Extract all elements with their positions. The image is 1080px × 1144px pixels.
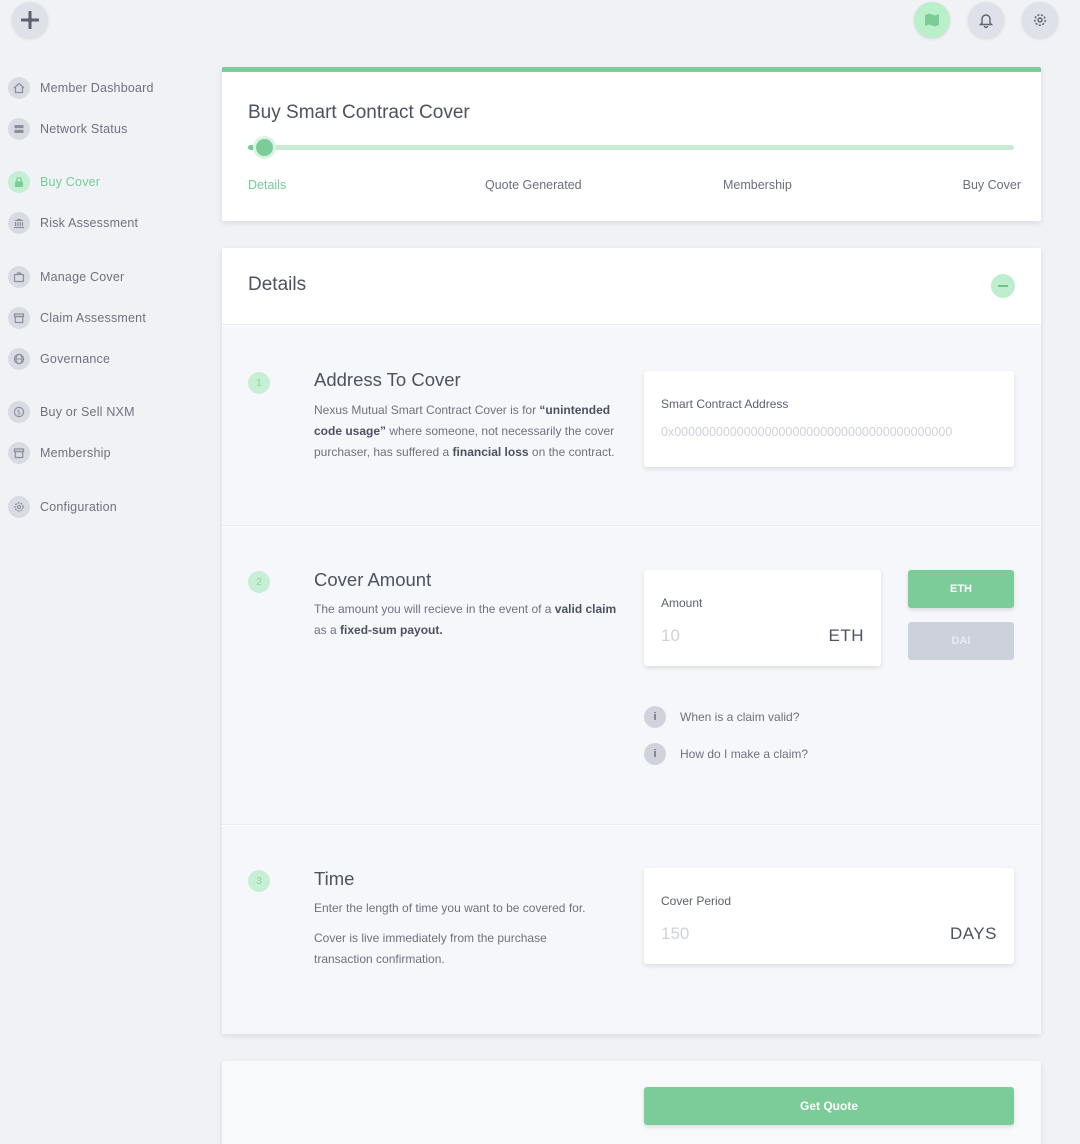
- sidebar-item-label: Claim Assessment: [40, 311, 147, 325]
- details-card: Details 1 Address To Cover Nexus Mutual …: [222, 248, 1041, 1034]
- bank-icon: [8, 212, 30, 234]
- sidebar-item-label: Risk Assessment: [40, 216, 139, 230]
- bell-icon: [978, 14, 994, 28]
- map-button[interactable]: [914, 2, 950, 38]
- settings-button[interactable]: [1022, 2, 1058, 38]
- amount-title: Cover Amount: [314, 569, 432, 590]
- minus-icon: [998, 285, 1008, 287]
- field-label: Smart Contract Address: [661, 397, 789, 411]
- time-title: Time: [314, 868, 355, 889]
- make-claim-link[interactable]: i How do I make a claim?: [644, 743, 808, 765]
- logo-button[interactable]: [12, 2, 48, 38]
- dollar-icon: $: [8, 401, 30, 423]
- step-number: 1: [248, 372, 270, 394]
- sidebar-item-label: Manage Cover: [40, 270, 125, 284]
- get-quote-button[interactable]: Get Quote: [644, 1087, 1014, 1125]
- collapse-button[interactable]: [991, 274, 1015, 298]
- time-section: 3 Time Enter the length of time you want…: [222, 826, 1041, 1034]
- step-quote-generated[interactable]: Quote Generated: [485, 178, 582, 192]
- eth-currency-button[interactable]: ETH: [908, 570, 1014, 608]
- page-title: Buy Smart Contract Cover: [248, 102, 470, 123]
- time-description: Enter the length of time you want to be …: [314, 901, 586, 915]
- sidebar-item-governance[interactable]: Governance: [8, 345, 110, 373]
- info-label: How do I make a claim?: [680, 747, 809, 761]
- progress-knob[interactable]: [256, 139, 273, 156]
- dai-currency-button[interactable]: DAI: [908, 622, 1014, 660]
- sidebar-item-network-status[interactable]: Network Status: [8, 115, 128, 143]
- smart-contract-address-input[interactable]: 0x00000000000000000000000000000000000000…: [661, 425, 997, 439]
- server-icon: [8, 118, 30, 140]
- notifications-button[interactable]: [968, 2, 1004, 38]
- address-description: Nexus Mutual Smart Contract Cover is for…: [314, 403, 615, 459]
- time-note: Cover is live immediately from the purch…: [314, 931, 547, 966]
- plus-logo-icon: [21, 11, 39, 29]
- step-number: 2: [248, 571, 270, 593]
- sidebar-item-label: Member Dashboard: [40, 81, 154, 95]
- step-details[interactable]: Details: [248, 178, 286, 192]
- info-icon: i: [644, 706, 666, 728]
- claim-valid-link[interactable]: i When is a claim valid?: [644, 706, 799, 728]
- address-section: 1 Address To Cover Nexus Mutual Smart Co…: [222, 326, 1041, 526]
- gear-icon: [1034, 14, 1046, 26]
- sidebar-item-label: Buy or Sell NXM: [40, 405, 135, 419]
- cover-period-field[interactable]: Cover Period 150 DAYS: [644, 868, 1014, 964]
- amount-field[interactable]: Amount 10 ETH: [644, 570, 881, 666]
- globe-icon: [8, 348, 30, 370]
- header-actions: [914, 2, 1058, 38]
- sidebar-item-risk-assessment[interactable]: Risk Assessment: [8, 209, 138, 237]
- amount-input[interactable]: 10: [661, 626, 680, 646]
- info-label: When is a claim valid?: [680, 710, 800, 724]
- action-card: Get Quote: [222, 1061, 1041, 1144]
- sidebar-item-membership[interactable]: Membership: [8, 439, 111, 467]
- sidebar-item-claim-assessment[interactable]: Claim Assessment: [8, 304, 146, 332]
- sidebar-item-label: Membership: [40, 446, 111, 460]
- field-label: Cover Period: [661, 894, 732, 908]
- cover-period-unit: DAYS: [949, 924, 997, 943]
- sidebar-item-manage-cover[interactable]: Manage Cover: [8, 263, 124, 291]
- home-icon: [8, 77, 30, 99]
- sidebar-item-configuration[interactable]: Configuration: [8, 493, 117, 521]
- briefcase-icon: [8, 266, 30, 288]
- svg-text:$: $: [17, 409, 22, 417]
- amount-description: The amount you will recieve in the event…: [314, 602, 617, 637]
- map-icon: [925, 13, 939, 27]
- lock-icon: [8, 171, 30, 193]
- sidebar-item-label: Network Status: [40, 122, 128, 136]
- address-title: Address To Cover: [314, 369, 461, 390]
- progress-card: Buy Smart Contract Cover Details Quote G…: [222, 67, 1041, 221]
- step-membership[interactable]: Membership: [723, 178, 792, 192]
- sidebar-item-label: Buy Cover: [40, 175, 101, 189]
- archive-icon: [8, 442, 30, 464]
- info-icon: i: [644, 743, 666, 765]
- step-buy-cover[interactable]: Buy Cover: [963, 178, 1021, 192]
- sidebar-item-buy-cover[interactable]: Buy Cover: [8, 168, 100, 196]
- smart-contract-address-field[interactable]: Smart Contract Address 0x000000000000000…: [644, 371, 1014, 467]
- step-number: 3: [248, 870, 270, 892]
- sidebar-item-member-dashboard[interactable]: Member Dashboard: [8, 74, 154, 102]
- details-header: Details: [222, 248, 1041, 325]
- sidebar-item-buy-or-sell-nxm[interactable]: $ Buy or Sell NXM: [8, 398, 135, 426]
- sidebar-item-label: Governance: [40, 352, 111, 366]
- gear-icon: [8, 496, 30, 518]
- amount-section: 2 Cover Amount The amount you will recie…: [222, 527, 1041, 825]
- amount-unit: ETH: [828, 626, 864, 645]
- field-label: Amount: [661, 596, 703, 610]
- progress-track: [248, 139, 1014, 156]
- archive-icon: [8, 307, 30, 329]
- sidebar-item-label: Configuration: [40, 500, 117, 514]
- details-title: Details: [248, 274, 307, 295]
- cover-period-input[interactable]: 150: [661, 924, 689, 944]
